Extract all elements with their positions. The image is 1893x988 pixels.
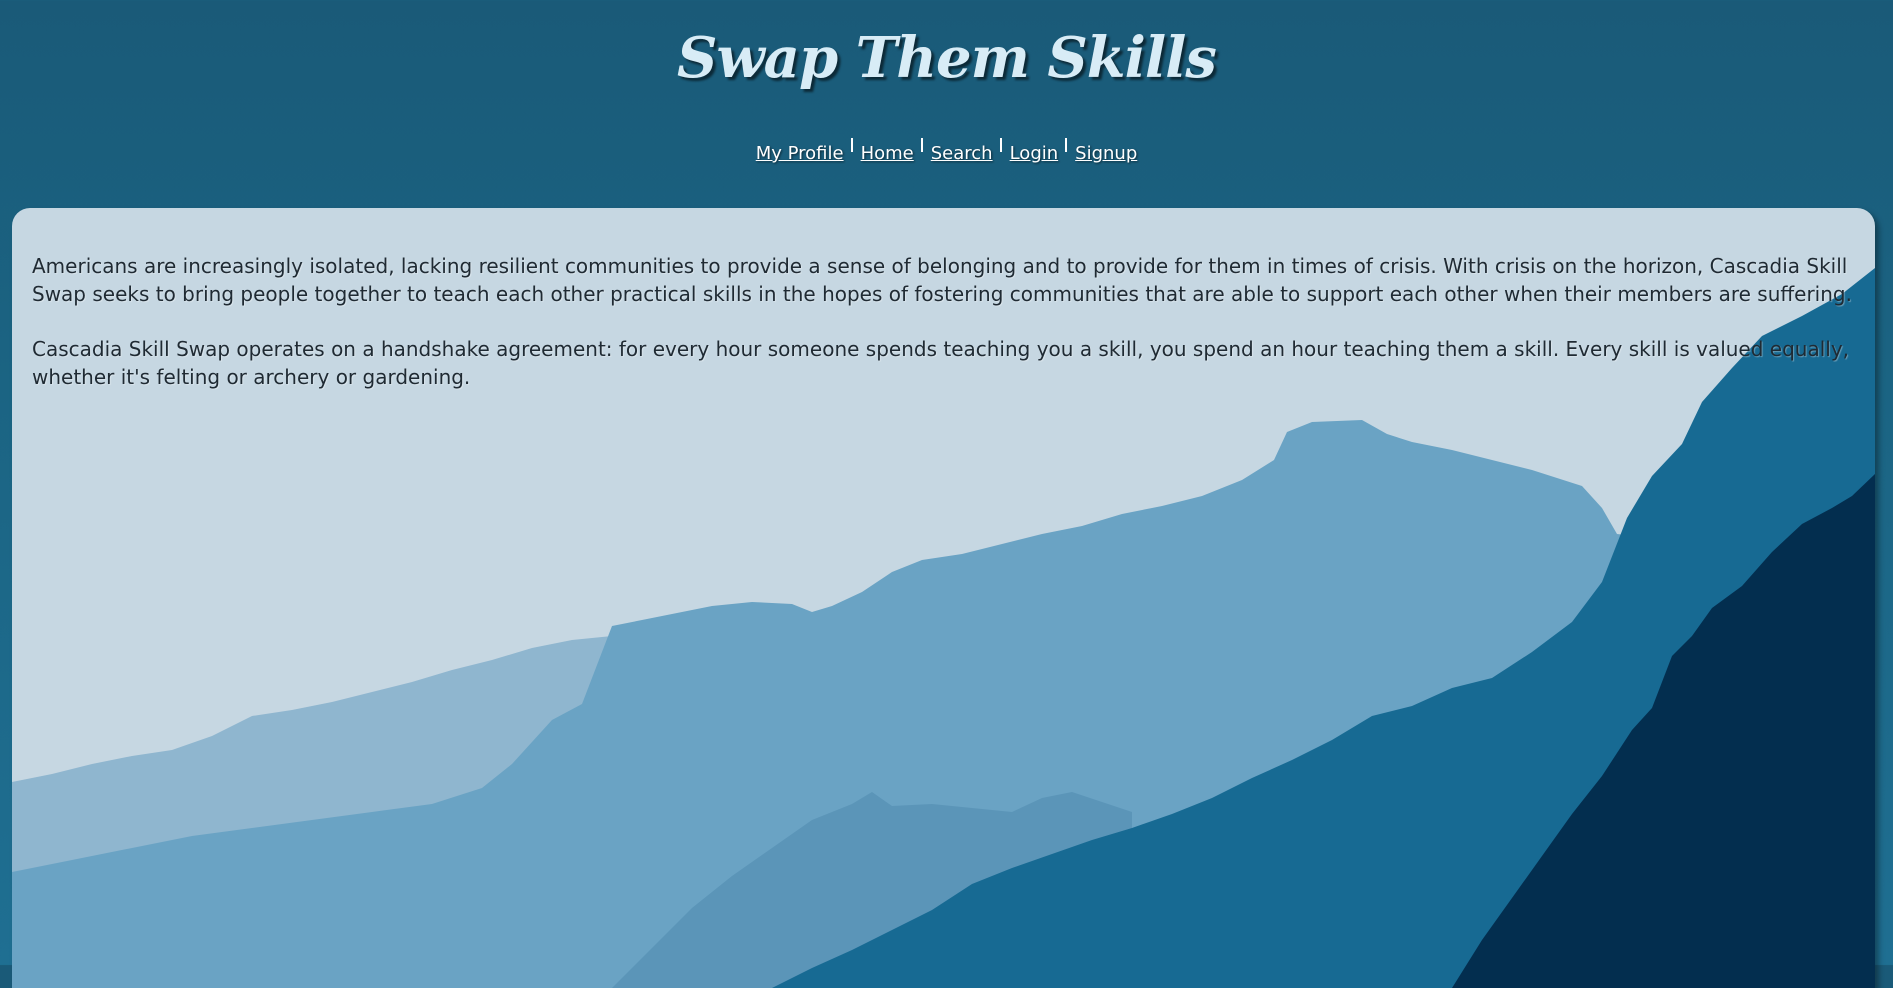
nav-separator — [1065, 138, 1068, 152]
nav-separator — [999, 138, 1002, 152]
intro-paragraph-1: Americans are increasingly isolated, lac… — [32, 254, 1852, 306]
intro-text: Americans are increasingly isolated, lac… — [32, 252, 1854, 418]
nav-separator — [920, 138, 923, 152]
nav-link-signup[interactable]: Signup — [1075, 143, 1137, 164]
nav-link-my-profile[interactable]: My Profile — [756, 143, 844, 164]
nav-link-search[interactable]: Search — [931, 143, 993, 164]
nav-separator — [850, 138, 853, 152]
nav-link-home[interactable]: Home — [861, 143, 914, 164]
site-title: Swap Them Skills — [677, 25, 1217, 91]
intro-paragraph-2: Cascadia Skill Swap operates on a handsh… — [32, 337, 1850, 389]
main-nav: My Profile Home Search Login Signup — [0, 138, 1893, 168]
nav-link-login[interactable]: Login — [1010, 143, 1059, 164]
main-content-panel: Americans are increasingly isolated, lac… — [12, 208, 1875, 988]
site-header: Swap Them Skills My Profile Home Search Log… — [0, 0, 1893, 208]
